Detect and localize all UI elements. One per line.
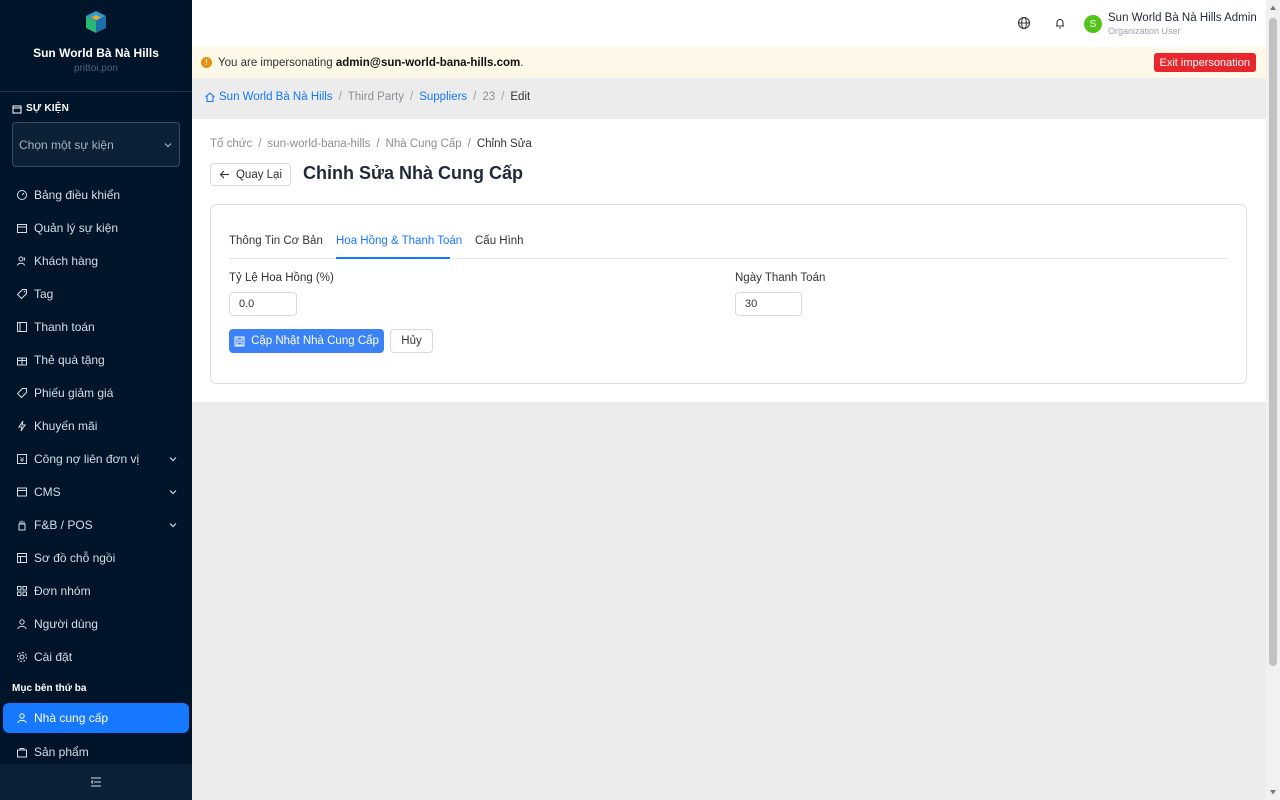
sidebar-item-coupons[interactable]: Phiếu giảm giá xyxy=(0,376,192,409)
sidebar-item-fnb-pos[interactable]: F&B / POS xyxy=(0,508,192,541)
content-panel: Tổ chức / sun-world-bana-hills / Nhà Cun… xyxy=(192,119,1266,402)
calendar-icon xyxy=(16,222,28,234)
scroll-up-arrow-icon[interactable] xyxy=(1269,4,1277,12)
tab-bar: Thông Tin Cơ Bản Hoa Hồng & Thanh Toán C… xyxy=(229,226,1228,259)
event-select-placeholder: Chọn một sự kiện xyxy=(19,137,114,152)
cms-icon xyxy=(16,486,28,498)
page-breadcrumb: Tổ chức / sun-world-bana-hills / Nhà Cun… xyxy=(210,138,532,150)
chevron-down-icon xyxy=(169,456,177,461)
sidebar-item-promotions[interactable]: Khuyến mãi xyxy=(0,409,192,442)
payment-icon xyxy=(16,321,28,333)
tab-basic-info[interactable]: Thông Tin Cơ Bản xyxy=(229,235,323,247)
coupon-icon xyxy=(16,387,28,399)
breadcrumb-third-party: Third Party xyxy=(347,91,405,103)
scroll-down-arrow-icon[interactable] xyxy=(1269,788,1277,796)
sidebar-item-group-orders[interactable]: Đơn nhóm xyxy=(0,574,192,607)
chevron-down-icon xyxy=(169,522,177,527)
sidebar: Sun World Bà Nà Hills prittoi.pon SỰ KIỆ… xyxy=(0,0,192,800)
scrollbar-thumb[interactable] xyxy=(1269,18,1277,666)
page-breadcrumb-org[interactable]: Tổ chức xyxy=(210,138,252,150)
chevron-down-icon xyxy=(169,489,177,494)
top-header: S Sun World Bà Nà Hills Admin Organizati… xyxy=(192,0,1266,47)
tab-configuration[interactable]: Cấu Hình xyxy=(475,235,524,247)
sidebar-collapse-button[interactable] xyxy=(0,764,192,800)
breadcrumb-suppliers[interactable]: Suppliers xyxy=(419,91,467,103)
bell-icon[interactable] xyxy=(1053,16,1067,30)
page-breadcrumb-edit: Chỉnh Sửa xyxy=(476,138,532,150)
brand-name: Sun World Bà Nà Hills xyxy=(33,46,159,60)
sidebar-item-customers[interactable]: Khách hàng xyxy=(0,244,192,277)
cancel-button[interactable]: Hủy xyxy=(390,329,433,353)
supplier-form-card: Thông Tin Cơ Bản Hoa Hồng & Thanh Toán C… xyxy=(210,204,1247,384)
back-button[interactable]: Quay Lại xyxy=(210,163,291,186)
user-icon xyxy=(16,712,28,724)
sidebar-item-suppliers[interactable]: Nhà cung cấp xyxy=(3,703,189,733)
breadcrumb-edit: Edit xyxy=(510,91,531,103)
impersonated-email: admin@sun-world-bana-hills.com xyxy=(335,56,521,69)
sidebar-item-events[interactable]: Quản lý sự kiện xyxy=(0,211,192,244)
home-icon[interactable] xyxy=(204,91,216,103)
third-party-section-label: Mục bên thứ ba xyxy=(12,682,87,694)
breadcrumb-home[interactable]: Sun World Bà Nà Hills xyxy=(219,91,333,103)
event-section-label: SỰ KIỆN xyxy=(12,103,69,114)
sidebar-item-settings[interactable]: Cài đặt xyxy=(0,640,192,673)
page-breadcrumb-suppliers[interactable]: Nhà Cung Cấp xyxy=(386,138,462,150)
save-icon xyxy=(234,336,245,346)
user-name[interactable]: Sun World Bà Nà Hills Admin xyxy=(1108,12,1257,24)
sidebar-item-gift-cards[interactable]: Thẻ quà tặng xyxy=(0,343,192,376)
sidebar-brand: Sun World Bà Nà Hills prittoi.pon xyxy=(0,0,192,92)
sidebar-item-users[interactable]: Người dùng xyxy=(0,607,192,640)
menu-fold-icon xyxy=(90,777,101,787)
payment-days-input[interactable] xyxy=(735,292,802,316)
gear-icon xyxy=(16,651,28,663)
brand-logo-icon xyxy=(86,11,106,33)
sidebar-item-interunit-debt[interactable]: ¥ Công nợ liên đơn vị xyxy=(0,442,192,475)
event-select[interactable]: Chọn một sự kiện xyxy=(12,122,180,167)
sidebar-item-payment[interactable]: Thanh toán xyxy=(0,310,192,343)
commission-rate-label: Tỷ Lệ Hoa Hồng (%) xyxy=(229,272,334,284)
svg-text:¥: ¥ xyxy=(20,456,25,464)
bolt-icon xyxy=(16,420,28,432)
hand-icon xyxy=(16,519,28,531)
page-title: Chỉnh Sửa Nhà Cung Cấp xyxy=(303,163,524,183)
impersonation-banner: ! You are impersonating admin@sun-world-… xyxy=(192,47,1266,78)
user-icon xyxy=(16,618,28,630)
breadcrumb: Sun World Bà Nà Hills / Third Party / Su… xyxy=(204,91,530,103)
sidebar-menu: Bảng điều khiển Quản lý sự kiện Khách hà… xyxy=(0,178,192,768)
sidebar-item-tag[interactable]: Tag xyxy=(0,277,192,310)
chevron-down-icon xyxy=(164,142,172,147)
layout-icon xyxy=(16,552,28,564)
users-icon xyxy=(16,255,28,267)
avatar[interactable]: S xyxy=(1084,15,1102,33)
ledger-icon: ¥ xyxy=(16,453,28,465)
grid-icon xyxy=(16,585,28,597)
globe-icon[interactable] xyxy=(1017,16,1031,30)
arrow-left-icon xyxy=(219,170,229,179)
calendar-icon xyxy=(12,105,22,113)
tag-icon xyxy=(16,288,28,300)
bag-icon xyxy=(16,746,28,758)
dashboard-icon xyxy=(16,189,28,201)
payment-days-label: Ngày Thanh Toán xyxy=(735,272,826,284)
warning-icon: ! xyxy=(201,57,212,68)
gift-icon xyxy=(16,354,28,366)
sidebar-item-cms[interactable]: CMS xyxy=(0,475,192,508)
tab-commission-payment[interactable]: Hoa Hồng & Thanh Toán xyxy=(336,235,462,247)
user-role: Organization User xyxy=(1108,26,1181,36)
brand-subtitle: prittoi.pon xyxy=(74,63,118,74)
update-supplier-button[interactable]: Cập Nhật Nhà Cung Cấp xyxy=(229,329,384,353)
impersonation-message: You are impersonating admin@sun-world-ba… xyxy=(218,56,524,69)
exit-impersonation-button[interactable]: Exit impersonation xyxy=(1153,53,1256,72)
breadcrumb-id: 23 xyxy=(482,91,496,103)
page-breadcrumb-slug[interactable]: sun-world-bana-hills xyxy=(267,138,370,150)
sidebar-item-dashboard[interactable]: Bảng điều khiển xyxy=(0,178,192,211)
active-tab-indicator xyxy=(336,257,450,259)
commission-rate-input[interactable] xyxy=(229,292,297,316)
sidebar-item-seating-map[interactable]: Sơ đồ chỗ ngồi xyxy=(0,541,192,574)
